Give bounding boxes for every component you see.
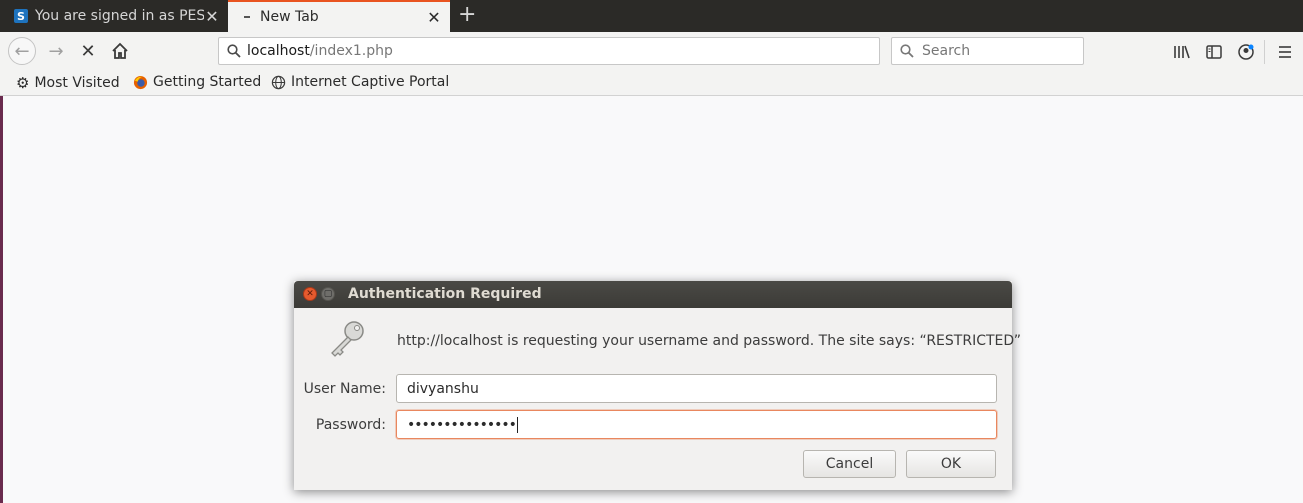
stop-button[interactable]: ✕ xyxy=(77,40,99,62)
stop-icon: ✕ xyxy=(80,40,96,62)
sidebar-icon[interactable] xyxy=(1205,43,1223,61)
toolbar-divider xyxy=(1264,40,1265,64)
url-bar[interactable]: localhost/index1.php xyxy=(218,37,880,65)
window-edge xyxy=(0,96,3,503)
firefox-icon xyxy=(133,75,148,89)
dialog-close-button[interactable]: ✕ xyxy=(303,287,317,301)
bookmarks-toolbar: ⚙ Most Visited Getting Started Internet … xyxy=(0,70,1303,96)
search-icon xyxy=(900,44,914,58)
tab-new-tab[interactable]: New Tab ✕ xyxy=(228,0,450,32)
key-icon xyxy=(331,321,364,357)
gear-icon: ⚙ xyxy=(16,74,30,92)
library-icon[interactable] xyxy=(1173,43,1191,61)
home-button[interactable] xyxy=(109,40,131,62)
password-label: Password: xyxy=(315,417,386,433)
dialog-maximize-button[interactable]: ▢ xyxy=(321,287,335,301)
search-bar[interactable]: Search xyxy=(891,37,1084,65)
forward-button[interactable]: → xyxy=(45,40,67,62)
globe-icon xyxy=(271,75,286,89)
dialog-message: http://localhost is requesting your user… xyxy=(397,333,1022,349)
forward-arrow-icon: → xyxy=(48,40,64,62)
maximize-icon: ▢ xyxy=(323,289,333,299)
bookmark-label: Most Visited xyxy=(34,75,120,91)
search-icon xyxy=(227,44,241,58)
bookmark-most-visited[interactable]: ⚙ Most Visited xyxy=(16,74,120,92)
back-button[interactable]: ← xyxy=(8,37,36,65)
password-field[interactable]: ••••••••••••••• xyxy=(396,410,997,439)
auth-dialog: ✕ ▢ Authentication Required http://local… xyxy=(294,281,1021,490)
tab-signed-in[interactable]: S You are signed in as PES ✕ xyxy=(6,0,228,32)
bookmark-captive-portal[interactable]: Internet Captive Portal xyxy=(271,74,449,90)
tab-strip: S You are signed in as PES ✕ New Tab ✕ + xyxy=(0,0,1303,32)
cancel-button[interactable]: Cancel xyxy=(803,450,896,478)
bookmark-label: Internet Captive Portal xyxy=(291,74,450,90)
username-label: User Name: xyxy=(303,381,386,397)
close-icon: ✕ xyxy=(306,289,314,299)
tab-close-icon[interactable]: ✕ xyxy=(204,7,220,26)
home-icon xyxy=(112,42,128,59)
account-icon[interactable] xyxy=(1237,43,1255,61)
site-favicon-icon: S xyxy=(14,9,28,23)
ok-button[interactable]: OK xyxy=(906,450,996,478)
bookmark-label: Getting Started xyxy=(153,74,262,90)
url-path: /index1.php xyxy=(309,43,393,59)
navigation-bar: ← → ✕ localhost/index1.php Search xyxy=(0,32,1303,70)
tab-loading-icon xyxy=(244,16,250,18)
password-value: ••••••••••••••• xyxy=(407,416,517,433)
tab-title: New Tab xyxy=(260,9,319,25)
text-cursor xyxy=(516,416,518,433)
search-placeholder: Search xyxy=(922,43,971,59)
bookmark-getting-started[interactable]: Getting Started xyxy=(133,74,261,90)
new-tab-button[interactable]: + xyxy=(458,2,476,27)
menu-icon[interactable] xyxy=(1276,43,1294,61)
url-host: localhost xyxy=(247,43,310,59)
dialog-titlebar: ✕ ▢ Authentication Required xyxy=(294,281,1012,308)
back-arrow-icon: ← xyxy=(14,40,30,62)
username-value: divyanshu xyxy=(407,380,479,397)
username-field[interactable]: divyanshu xyxy=(396,374,997,403)
tab-close-icon[interactable]: ✕ xyxy=(426,8,442,27)
dialog-title: Authentication Required xyxy=(348,286,542,302)
tab-title: You are signed in as PES xyxy=(35,8,204,24)
